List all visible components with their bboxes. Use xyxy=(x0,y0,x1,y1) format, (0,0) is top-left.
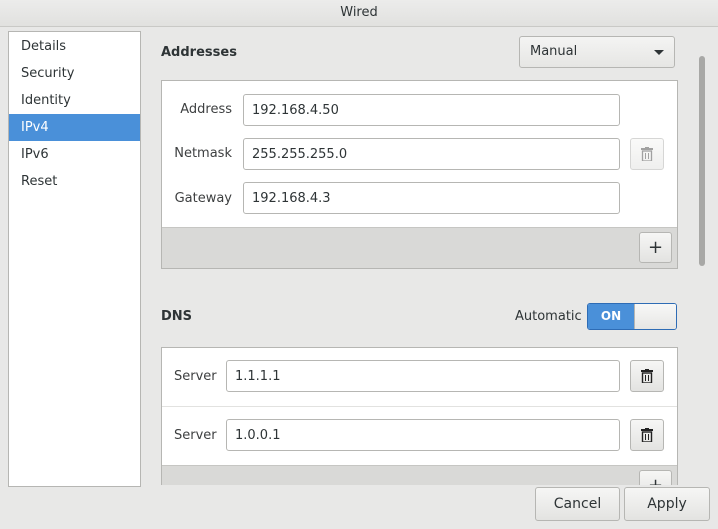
gateway-field[interactable] xyxy=(243,182,620,214)
trash-icon xyxy=(641,369,653,383)
delete-dns-server-button[interactable] xyxy=(630,419,664,451)
addresses-box-footer: + xyxy=(162,227,677,268)
toggle-on-text: ON xyxy=(588,304,634,329)
add-dns-server-button[interactable]: + xyxy=(639,470,672,485)
toggle-knob xyxy=(634,304,676,329)
addresses-method-value: Manual xyxy=(530,44,578,59)
dns-server-field[interactable] xyxy=(226,419,620,451)
plus-icon: + xyxy=(647,237,664,258)
address-field[interactable] xyxy=(243,94,620,126)
dns-box: Server Server + xyxy=(161,347,678,485)
delete-dns-server-button[interactable] xyxy=(630,360,664,392)
plus-icon: + xyxy=(648,475,663,485)
trash-icon xyxy=(641,428,653,442)
window-title: Wired xyxy=(340,5,378,20)
sidebar-item-ipv4[interactable]: IPv4 xyxy=(9,114,140,141)
delete-address-button[interactable] xyxy=(630,138,664,170)
sidebar-item-identity[interactable]: Identity xyxy=(9,87,140,114)
sidebar-item-reset[interactable]: Reset xyxy=(9,168,140,195)
dns-automatic-label: Automatic xyxy=(515,309,582,324)
addresses-box: Address Netmask Gateway + xyxy=(161,80,678,269)
sidebar-item-security[interactable]: Security xyxy=(9,60,140,87)
dns-box-footer: + xyxy=(162,465,677,485)
sidebar-item-ipv6[interactable]: IPv6 xyxy=(9,141,140,168)
addresses-heading: Addresses xyxy=(161,45,237,60)
scrollbar[interactable] xyxy=(699,56,705,266)
netmask-label: Netmask xyxy=(174,146,232,161)
trash-icon xyxy=(641,147,653,161)
apply-button[interactable]: Apply xyxy=(624,487,710,521)
apply-button-label: Apply xyxy=(647,496,687,512)
cancel-button[interactable]: Cancel xyxy=(535,487,620,521)
dns-server-field[interactable] xyxy=(226,360,620,392)
row-divider xyxy=(162,406,677,407)
chevron-down-icon xyxy=(654,50,664,55)
addresses-method-dropdown[interactable]: Manual xyxy=(519,36,675,68)
dns-heading: DNS xyxy=(161,309,193,324)
sidebar-item-details[interactable]: Details xyxy=(9,33,140,60)
gateway-label: Gateway xyxy=(174,191,232,206)
add-address-button[interactable]: + xyxy=(639,232,672,263)
netmask-field[interactable] xyxy=(243,138,620,170)
dns-server-label: Server xyxy=(174,428,217,443)
dns-automatic-toggle[interactable]: ON xyxy=(587,303,677,330)
cancel-button-label: Cancel xyxy=(553,496,602,512)
dns-server-label: Server xyxy=(174,369,217,384)
address-label: Address xyxy=(180,102,232,117)
sidebar: Details Security Identity IPv4 IPv6 Rese… xyxy=(8,31,141,487)
window-titlebar: Wired xyxy=(0,0,718,27)
